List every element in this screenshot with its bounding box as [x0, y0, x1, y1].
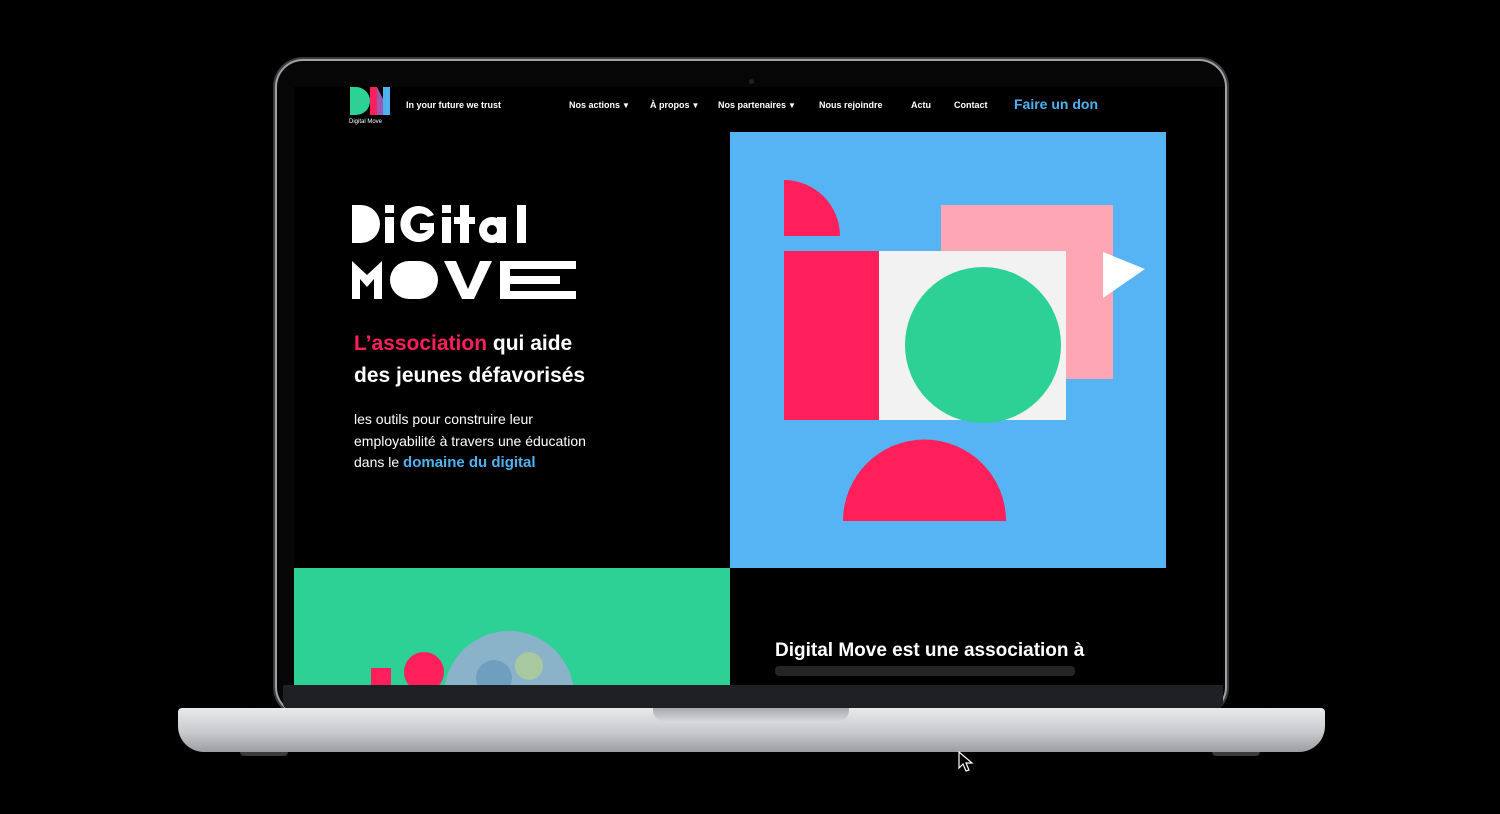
nav-label: Nos partenaires	[718, 100, 787, 110]
donate-button[interactable]: Faire un don	[1014, 96, 1098, 112]
mouse-cursor-icon	[958, 751, 974, 772]
about-heading-continuation	[775, 666, 1075, 676]
laptop-screen: Digital Move In your future we trust Nos…	[294, 87, 1223, 685]
headline-highlight: L’association	[354, 332, 488, 355]
headline-rest: qui aide	[487, 332, 573, 355]
nav-label: Nos actions	[569, 100, 621, 110]
nav-nos-actions[interactable]: Nos actions ▼	[569, 100, 630, 110]
hero-headline: L’association qui aide des jeunes défavo…	[354, 328, 684, 392]
desc-line2: employabilité à travers une éducation	[354, 432, 586, 449]
tagline: In your future we trust	[406, 100, 502, 110]
nav-actu[interactable]: Actu	[911, 100, 931, 110]
nav-nous-rejoindre[interactable]: Nous rejoindre	[819, 100, 883, 110]
caret-down-icon: ▼	[788, 101, 796, 110]
nav-contact[interactable]: Contact	[954, 100, 988, 110]
hero-illustration	[730, 132, 1166, 568]
caret-down-icon: ▼	[622, 101, 630, 110]
laptop-camera	[749, 79, 754, 84]
nav-nos-partenaires[interactable]: Nos partenaires ▼	[718, 100, 796, 110]
laptop-foot-right	[1212, 752, 1260, 756]
desc-line1: les outils pour construire leur	[354, 411, 533, 427]
laptop-base-notch	[653, 708, 849, 722]
caret-down-icon: ▼	[691, 101, 700, 110]
logo-caption: Digital Move	[349, 119, 383, 125]
green-banner	[294, 568, 730, 685]
digital-move-wordmark	[352, 205, 576, 299]
headline-line2: des jeunes défavorisés	[354, 364, 586, 387]
nav-a-propos[interactable]: À propos ▼	[650, 100, 699, 110]
laptop-foot-left	[240, 752, 288, 756]
desc-line3: dans le	[354, 454, 404, 470]
nav-label: À propos	[650, 100, 690, 110]
screen-bottom-bezel	[283, 685, 1223, 709]
about-heading: Digital Move est une association à	[775, 640, 1085, 661]
digital-domain-link[interactable]: domaine du digital	[403, 454, 536, 471]
hero-description: les outils pour construire leur employab…	[354, 409, 654, 474]
